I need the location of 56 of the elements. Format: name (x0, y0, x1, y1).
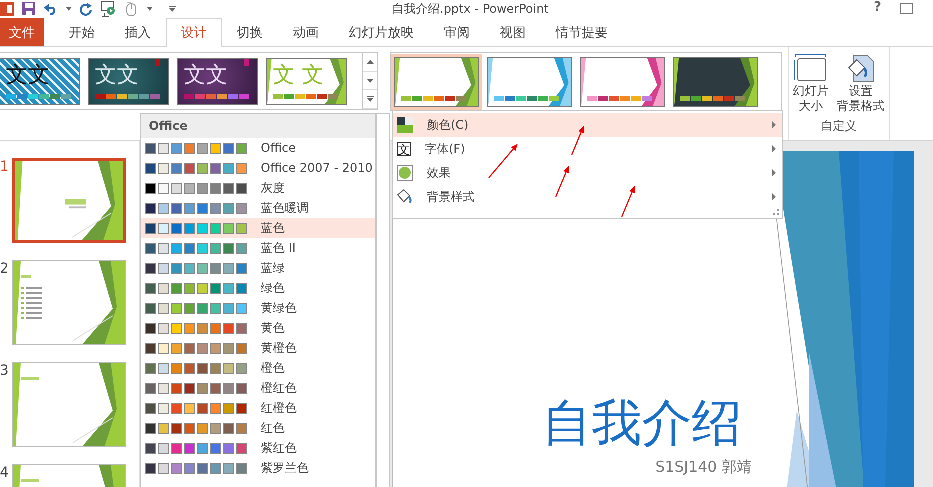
slide-title: 自我介绍 (542, 394, 742, 452)
customize-toolbar-icon[interactable] (169, 6, 176, 12)
resize-grip-icon[interactable] (773, 209, 779, 215)
color-scheme-item[interactable]: 蓝色 (141, 218, 375, 238)
more-icon (366, 96, 374, 102)
undo-icon[interactable] (44, 3, 58, 15)
annotation-arrow (571, 126, 584, 156)
ribbon-tab[interactable]: 插入 (110, 18, 166, 46)
ribbon-tab[interactable]: 设计 (166, 18, 222, 47)
scrollbar[interactable] (376, 113, 390, 487)
slide-number: 2 (0, 262, 8, 276)
slide-subtitle: S1SJ140 郭靖 (656, 458, 752, 477)
font-icon: 文 (397, 142, 411, 156)
color-palette-icon (397, 117, 413, 133)
theme-thumbnail[interactable]: 文文 (88, 58, 169, 104)
ribbon-tab[interactable]: 情节提要 (541, 18, 623, 46)
slide-size-button[interactable]: 幻灯片 大小 (791, 52, 831, 116)
file-tab[interactable]: 文件 (0, 18, 44, 46)
bookmark-tag (244, 58, 249, 66)
app-logo-icon[interactable] (0, 1, 14, 17)
slide-thumbnail[interactable] (12, 260, 126, 345)
bookmark-tag (155, 58, 160, 66)
caret-up-icon (366, 60, 374, 64)
format-background-button[interactable]: 设置 背景格式 (835, 52, 887, 116)
caret-icon[interactable] (147, 7, 153, 11)
redo-icon[interactable] (80, 2, 93, 16)
group-label: 自定义 (821, 118, 857, 135)
slide-number: 1 (0, 160, 8, 174)
slide-number: 3 (0, 364, 8, 378)
slide-thumbnail[interactable] (12, 362, 126, 447)
theme-thumbnail[interactable]: 文文 (177, 58, 258, 104)
ribbon-tab[interactable]: 开始 (54, 18, 110, 46)
ribbon-tab[interactable]: 动画 (278, 18, 334, 46)
ribbon-tab[interactable]: 视图 (485, 18, 541, 46)
window-title: 自我介绍.pptx - PowerPoint (392, 1, 549, 18)
save-icon[interactable] (22, 2, 36, 16)
annotation-arrow (555, 166, 570, 198)
paint-bucket-icon (846, 54, 876, 84)
annotation-arrow (488, 144, 518, 178)
caret-down-icon (366, 78, 374, 82)
help-button[interactable]: ? (870, 0, 886, 15)
slide-size-icon (794, 54, 828, 84)
mouse-icon[interactable] (125, 1, 139, 17)
slide-number: 4 (0, 466, 8, 480)
effects-icon (397, 165, 413, 181)
ribbon-tab[interactable]: 审阅 (429, 18, 485, 46)
paint-bucket-icon (397, 189, 413, 205)
presentation-icon[interactable] (101, 1, 117, 17)
annotation-arrow (621, 186, 636, 218)
ribbon-tab[interactable]: 幻灯片放映 (334, 18, 429, 46)
section-header: Office (141, 114, 375, 138)
menu-item[interactable]: 颜色(C) (393, 113, 782, 137)
caret-icon[interactable] (66, 7, 72, 11)
restore-button[interactable] (900, 3, 913, 14)
ribbon-tab[interactable]: 切换 (222, 18, 278, 46)
slide-thumbnail[interactable] (12, 158, 126, 243)
